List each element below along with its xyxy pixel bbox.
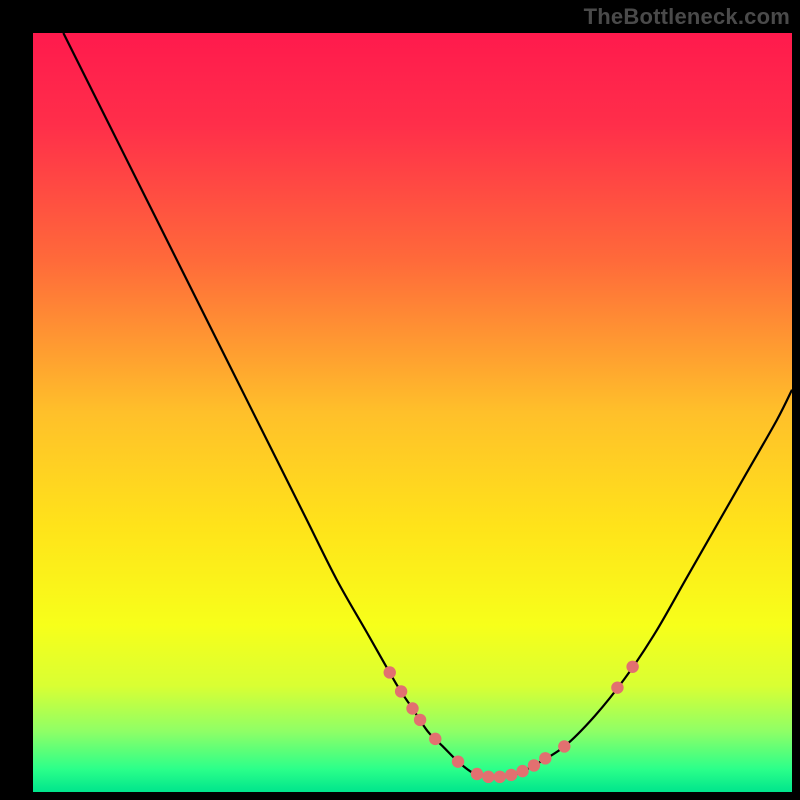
curve-dot bbox=[505, 769, 517, 781]
curve-dot bbox=[516, 765, 528, 777]
curve-dot bbox=[406, 702, 418, 714]
curve-dot bbox=[414, 714, 426, 726]
plot-background bbox=[33, 33, 792, 792]
curve-dot bbox=[395, 685, 407, 697]
bottleneck-chart bbox=[0, 0, 800, 800]
curve-dot bbox=[482, 771, 494, 783]
curve-dot bbox=[471, 768, 483, 780]
curve-dot bbox=[626, 661, 638, 673]
curve-dot bbox=[494, 771, 506, 783]
curve-dot bbox=[384, 666, 396, 678]
attribution-label: TheBottleneck.com bbox=[584, 4, 790, 30]
curve-dot bbox=[539, 752, 551, 764]
curve-dot bbox=[558, 740, 570, 752]
curve-dot bbox=[429, 733, 441, 745]
curve-dot bbox=[611, 681, 623, 693]
curve-dot bbox=[452, 755, 464, 767]
chart-stage: { "attribution": "TheBottleneck.com", "c… bbox=[0, 0, 800, 800]
curve-dot bbox=[528, 759, 540, 771]
